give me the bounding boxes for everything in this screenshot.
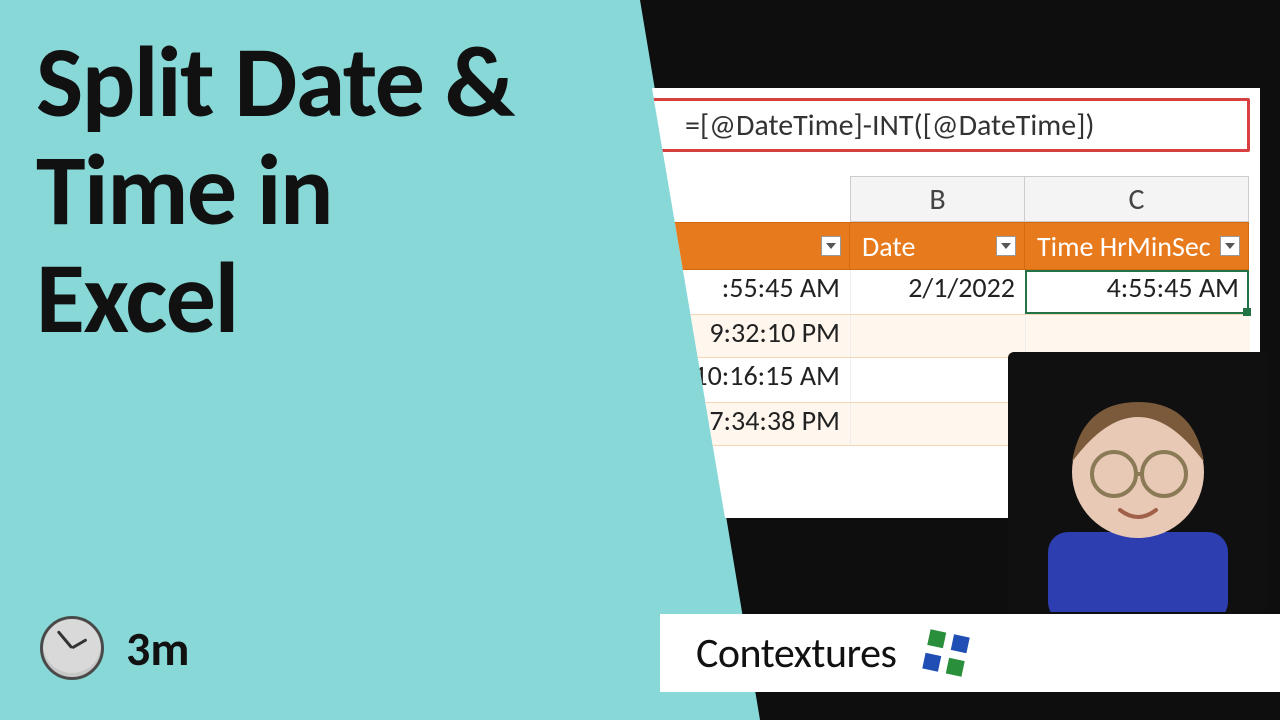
clock-icon bbox=[40, 616, 104, 680]
cell-b4[interactable] bbox=[850, 403, 1025, 445]
cell-b1[interactable]: 2/1/2022 bbox=[850, 270, 1025, 314]
brand-name: Contextures bbox=[696, 628, 896, 679]
brand-logo-icon bbox=[918, 625, 974, 681]
title-line-2: Time in bbox=[36, 136, 514, 244]
table-header-b-label: Date bbox=[862, 229, 915, 264]
thumbnail-stage: Split Date & Time in Excel 3m =[@DateTim… bbox=[0, 0, 1280, 720]
cell-b3[interactable] bbox=[850, 358, 1025, 402]
brand-bar: Contextures bbox=[660, 614, 1280, 692]
table-header-c-label: Time HrMinSec bbox=[1037, 229, 1211, 264]
title-text: Split Date & Time in Excel bbox=[36, 28, 514, 352]
formula-bar[interactable]: =[@DateTime]-INT([@DateTime]) bbox=[640, 98, 1250, 152]
duration-badge: 3m bbox=[40, 616, 189, 680]
duration-label: 3m bbox=[126, 619, 189, 678]
column-header-b[interactable]: B bbox=[850, 176, 1025, 222]
person-icon bbox=[1008, 352, 1268, 612]
selected-cell-outline bbox=[1025, 270, 1249, 314]
title-line-1: Split Date & bbox=[36, 28, 514, 136]
filter-dropdown-icon[interactable] bbox=[821, 236, 841, 256]
title-line-3: Excel bbox=[36, 244, 514, 352]
filter-dropdown-icon[interactable] bbox=[996, 236, 1016, 256]
presenter-photo bbox=[1008, 352, 1268, 612]
table-header-b[interactable]: Date bbox=[850, 222, 1025, 270]
table-header-c[interactable]: Time HrMinSec bbox=[1025, 222, 1249, 270]
formula-text: =[@DateTime]-INT([@DateTime]) bbox=[685, 107, 1095, 144]
cell-c2[interactable] bbox=[1025, 315, 1249, 357]
column-header-c[interactable]: C bbox=[1025, 176, 1249, 222]
cell-b2[interactable] bbox=[850, 315, 1025, 357]
filter-dropdown-icon[interactable] bbox=[1220, 236, 1240, 256]
